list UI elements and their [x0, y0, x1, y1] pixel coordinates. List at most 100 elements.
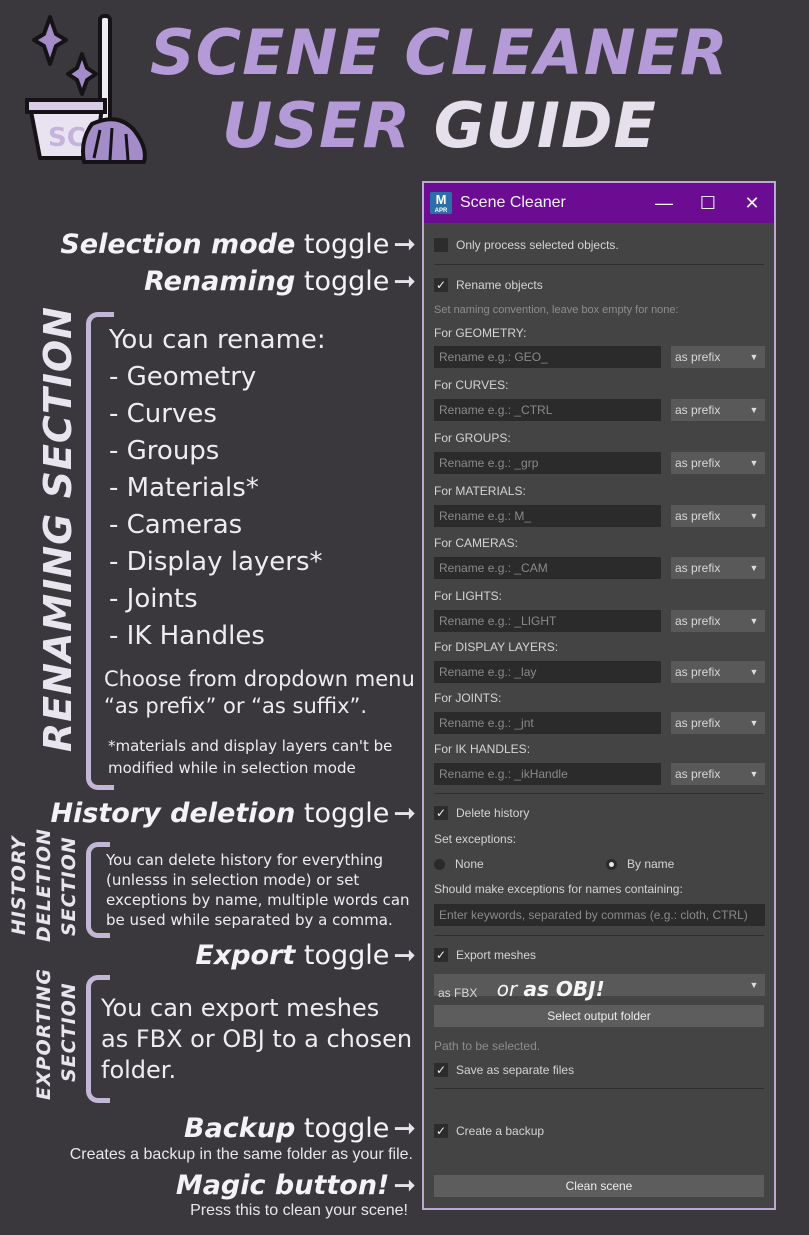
rename-input-joints[interactable]: Rename e.g.: _jnt [434, 712, 661, 734]
divider [434, 793, 764, 794]
rename-input-cameras[interactable]: Rename e.g.: _CAM [434, 557, 661, 579]
history-section-label-2: DELETION [33, 828, 55, 942]
close-button[interactable]: ✕ [730, 183, 774, 223]
arrow-right-icon: ➞ [393, 229, 416, 260]
rename-label-joints: For JOINTS: [434, 691, 502, 705]
checkmark-icon: ✓ [434, 1124, 448, 1138]
list-item: - Curves [109, 399, 217, 429]
chevron-down-icon: ▼ [749, 616, 759, 626]
rename-label-curves: For CURVES: [434, 378, 509, 392]
export-guide: You can export meshes as FBX or OBJ to a… [101, 994, 413, 1084]
radio-selected-icon [606, 858, 617, 870]
rename-mode-select-curves[interactable]: as prefix ▼ [671, 399, 765, 421]
history-guide: You can delete history for everything (u… [106, 851, 410, 929]
list-item: - Geometry [109, 362, 257, 392]
maya-app-icon: M APR [430, 192, 452, 214]
select-output-folder-button[interactable]: Select output folder [434, 1005, 764, 1027]
list-item: - IK Handles [109, 621, 265, 651]
history-annotation: History deletion toggle ➞ [50, 798, 416, 829]
chevron-down-icon: ▼ [749, 667, 759, 677]
checkmark-icon: ✓ [434, 948, 448, 962]
chevron-down-icon: ▼ [749, 458, 759, 468]
rename-input-materials[interactable]: Rename e.g.: M_ [434, 505, 661, 527]
close-icon: ✕ [744, 192, 760, 213]
list-item: - Cameras [109, 510, 243, 540]
chevron-down-icon: ▼ [749, 718, 759, 728]
rename-label-display-layers: For DISPLAY LAYERS: [434, 640, 559, 654]
renaming-note: Choose from dropdown menu “as prefix” or… [104, 667, 415, 718]
arrow-right-icon: ➞ [393, 940, 416, 971]
only-selected-checkbox[interactable]: Only process selected objects. [434, 238, 764, 252]
chevron-down-icon: ▼ [749, 769, 759, 779]
rename-input-curves[interactable]: Rename e.g.: _CTRL [434, 399, 661, 421]
renaming-annotation: Renaming toggle ➞ [144, 266, 416, 297]
renaming-guide: You can rename: - Geometry - Curves - Gr… [109, 322, 326, 655]
rename-label-materials: For MATERIALS: [434, 484, 526, 498]
magic-subtext: Press this to clean your scene! [190, 1202, 408, 1219]
rename-input-groups[interactable]: Rename e.g.: _grp [434, 452, 661, 474]
history-section-label-3: SECTION [58, 836, 80, 936]
set-exceptions-label: Set exceptions: [434, 832, 517, 846]
svg-text:SC: SC [48, 123, 86, 153]
minimize-icon: — [655, 192, 673, 213]
arrow-right-icon: ➞ [393, 1170, 416, 1201]
chevron-down-icon: ▼ [749, 511, 759, 521]
radio-none[interactable]: None [434, 857, 606, 871]
backup-annotation: Backup toggle ➞ [183, 1113, 416, 1144]
exceptions-radio-group: None By name [434, 857, 764, 871]
rename-input-display-layers[interactable]: Rename e.g.: _lay [434, 661, 661, 683]
rename-label-geometry: For GEOMETRY: [434, 326, 527, 340]
rename-objects-checkbox[interactable]: ✓ Rename objects [434, 278, 764, 292]
rename-mode-select-joints[interactable]: as prefix ▼ [671, 712, 765, 734]
checkbox-unchecked-icon [434, 238, 448, 252]
rename-mode-select-geometry[interactable]: as prefix ▼ [671, 346, 765, 368]
divider [434, 264, 764, 265]
export-meshes-checkbox[interactable]: ✓ Export meshes [434, 948, 764, 962]
chevron-down-icon: ▼ [749, 405, 759, 415]
create-backup-checkbox[interactable]: ✓ Create a backup [434, 1124, 764, 1138]
rename-input-geometry[interactable]: Rename e.g.: GEO_ [434, 346, 661, 368]
scene-cleaner-window: M APR Scene Cleaner — ☐ ✕ Only process se… [422, 181, 776, 1210]
rename-label-lights: For LIGHTS: [434, 589, 503, 603]
window-titlebar[interactable]: M APR Scene Cleaner — ☐ ✕ [424, 183, 774, 223]
divider [434, 1088, 764, 1089]
rename-mode-select-groups[interactable]: as prefix ▼ [671, 452, 765, 474]
list-item: - Materials* [109, 473, 259, 503]
selection-mode-annotation: Selection mode toggle ➞ [60, 229, 416, 260]
save-separate-files-checkbox[interactable]: ✓ Save as separate files [434, 1063, 764, 1077]
naming-hint: Set naming convention, leave box empty f… [434, 304, 679, 316]
delete-history-checkbox[interactable]: ✓ Delete history [434, 806, 764, 820]
minimize-button[interactable]: — [642, 183, 686, 223]
list-item: - Groups [109, 436, 220, 466]
radio-by-name[interactable]: By name [606, 857, 674, 871]
exceptions-label: Should make exceptions for names contain… [434, 882, 683, 896]
exceptions-input[interactable]: Enter keywords, separated by commas (e.g… [434, 904, 765, 926]
arrow-right-icon: ➞ [393, 798, 416, 829]
rename-input-ik-handles[interactable]: Rename e.g.: _ikHandle [434, 763, 661, 785]
rename-mode-select-cameras[interactable]: as prefix ▼ [671, 557, 765, 579]
maximize-button[interactable]: ☐ [686, 183, 730, 223]
divider [434, 935, 764, 936]
chevron-down-icon: ▼ [749, 980, 759, 990]
rename-mode-select-materials[interactable]: as prefix ▼ [671, 505, 765, 527]
renaming-section-label: RENAMING SECTION [36, 306, 80, 752]
output-path-text: Path to be selected. [434, 1039, 541, 1053]
radio-icon [434, 858, 445, 870]
rename-input-lights[interactable]: Rename e.g.: _LIGHT [434, 610, 661, 632]
list-item: - Joints [109, 584, 198, 614]
rename-label-cameras: For CAMERAS: [434, 536, 519, 550]
rename-label-groups: For GROUPS: [434, 431, 511, 445]
clean-scene-button[interactable]: Clean scene [434, 1175, 764, 1197]
rename-mode-select-display-layers[interactable]: as prefix ▼ [671, 661, 765, 683]
export-format-select[interactable]: as FBX or as OBJ! ▼ [434, 974, 765, 1001]
history-section-label-1: HISTORY [8, 835, 30, 935]
arrow-right-icon: ➞ [393, 1113, 416, 1144]
rename-mode-select-ik-handles[interactable]: as prefix ▼ [671, 763, 765, 785]
maximize-icon: ☐ [699, 192, 717, 213]
page-title-line2: USER GUIDE [222, 89, 657, 162]
rename-mode-select-lights[interactable]: as prefix ▼ [671, 610, 765, 632]
checkmark-icon: ✓ [434, 1063, 448, 1077]
chevron-down-icon: ▼ [749, 563, 759, 573]
export-section-label-1: EXPORTING [33, 967, 55, 1100]
arrow-right-icon: ➞ [393, 266, 416, 297]
